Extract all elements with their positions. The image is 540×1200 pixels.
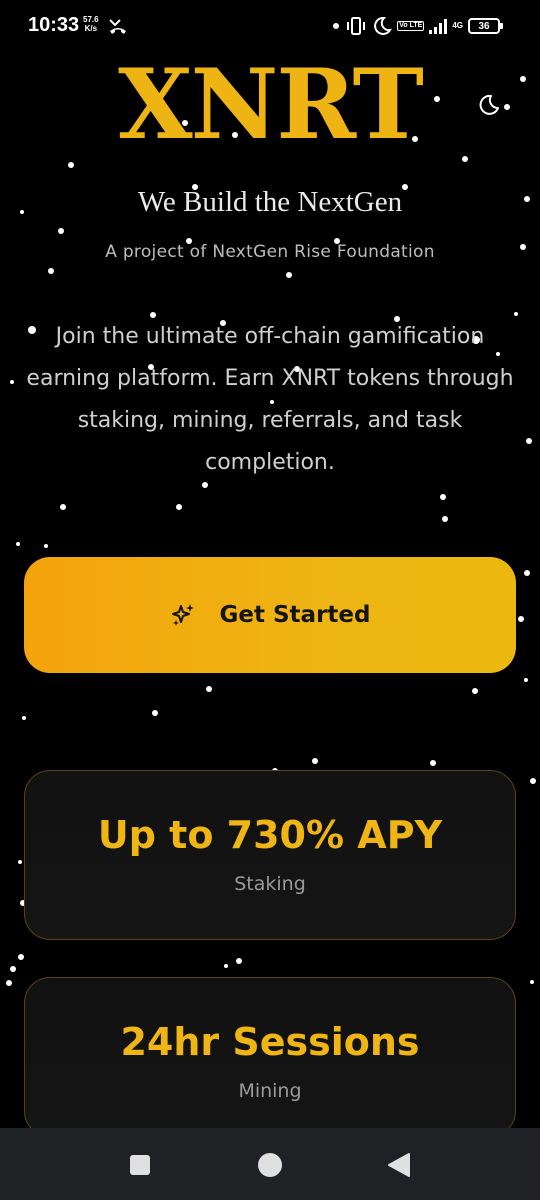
star-particle — [312, 758, 318, 764]
star-particle — [176, 504, 182, 510]
triangle-back-icon — [388, 1153, 410, 1177]
star-particle — [440, 494, 446, 500]
get-started-label: Get Started — [219, 602, 371, 628]
star-particle — [236, 958, 242, 964]
star-particle — [472, 688, 478, 694]
missed-call-icon — [109, 19, 126, 34]
network-speed: 57.6 K/s — [83, 15, 99, 33]
network-speed-unit: K/s — [84, 24, 98, 33]
status-bar: 10:33 57.6 K/s Vo LTE 4G 36 — [0, 0, 540, 54]
home-button[interactable] — [255, 1150, 285, 1180]
star-particle — [18, 860, 22, 864]
mining-stat-card: 24hr Sessions Mining — [24, 977, 516, 1137]
system-navigation-bar — [0, 1128, 540, 1200]
staking-stat-card: Up to 730% APY Staking — [24, 770, 516, 940]
moon-icon — [479, 94, 499, 115]
star-particle — [524, 678, 528, 682]
star-particle — [530, 980, 534, 984]
get-started-button[interactable]: Get Started — [24, 557, 516, 673]
star-particle — [10, 380, 14, 384]
stat-label: Mining — [238, 1080, 302, 1102]
square-icon — [130, 1155, 150, 1175]
star-particle — [526, 438, 532, 444]
battery-level: 36 — [478, 20, 490, 32]
network-type: 4G — [452, 21, 463, 30]
star-particle — [524, 570, 530, 576]
star-particle — [48, 268, 54, 274]
star-particle — [16, 542, 20, 546]
foundation-subtitle: A project of NextGen Rise Foundation — [105, 242, 435, 262]
star-particle — [530, 778, 536, 784]
volte-badge: Vo LTE — [397, 21, 425, 31]
star-particle — [286, 272, 292, 278]
signal-icon — [429, 19, 448, 34]
star-particle — [10, 966, 16, 972]
star-particle — [152, 710, 158, 716]
star-particle — [18, 954, 24, 960]
brand-logo-title: XNRT — [118, 48, 424, 161]
circle-icon — [258, 1153, 282, 1177]
star-particle — [68, 162, 74, 168]
vibrate-icon — [347, 17, 366, 35]
dot-icon — [333, 23, 340, 29]
stat-value: 24hr Sessions — [120, 1020, 420, 1064]
status-icons: Vo LTE 4G 36 — [332, 14, 503, 38]
star-particle — [430, 760, 436, 766]
status-time: 10:33 — [28, 14, 80, 36]
tagline: We Build the NextGen — [137, 186, 403, 218]
star-particle — [60, 504, 66, 510]
star-particle — [58, 228, 64, 234]
back-button[interactable] — [384, 1150, 414, 1180]
network-speed-value: 57.6 — [83, 15, 99, 24]
battery-indicator: 36 — [468, 18, 503, 34]
stat-label: Staking — [234, 873, 306, 895]
intro-paragraph: Join the ultimate off-chain gamification… — [26, 324, 514, 475]
do-not-disturb-moon-icon — [374, 16, 393, 35]
star-particle — [22, 716, 26, 720]
star-particle — [224, 964, 228, 968]
star-particle — [44, 544, 48, 548]
star-particle — [6, 980, 12, 986]
star-particle — [518, 616, 524, 622]
stat-value: Up to 730% APY — [97, 813, 443, 857]
recents-button[interactable] — [125, 1150, 155, 1180]
sparkles-icon — [171, 604, 194, 626]
star-particle — [206, 686, 212, 692]
star-particle — [442, 516, 448, 522]
theme-toggle-button[interactable] — [474, 90, 504, 120]
